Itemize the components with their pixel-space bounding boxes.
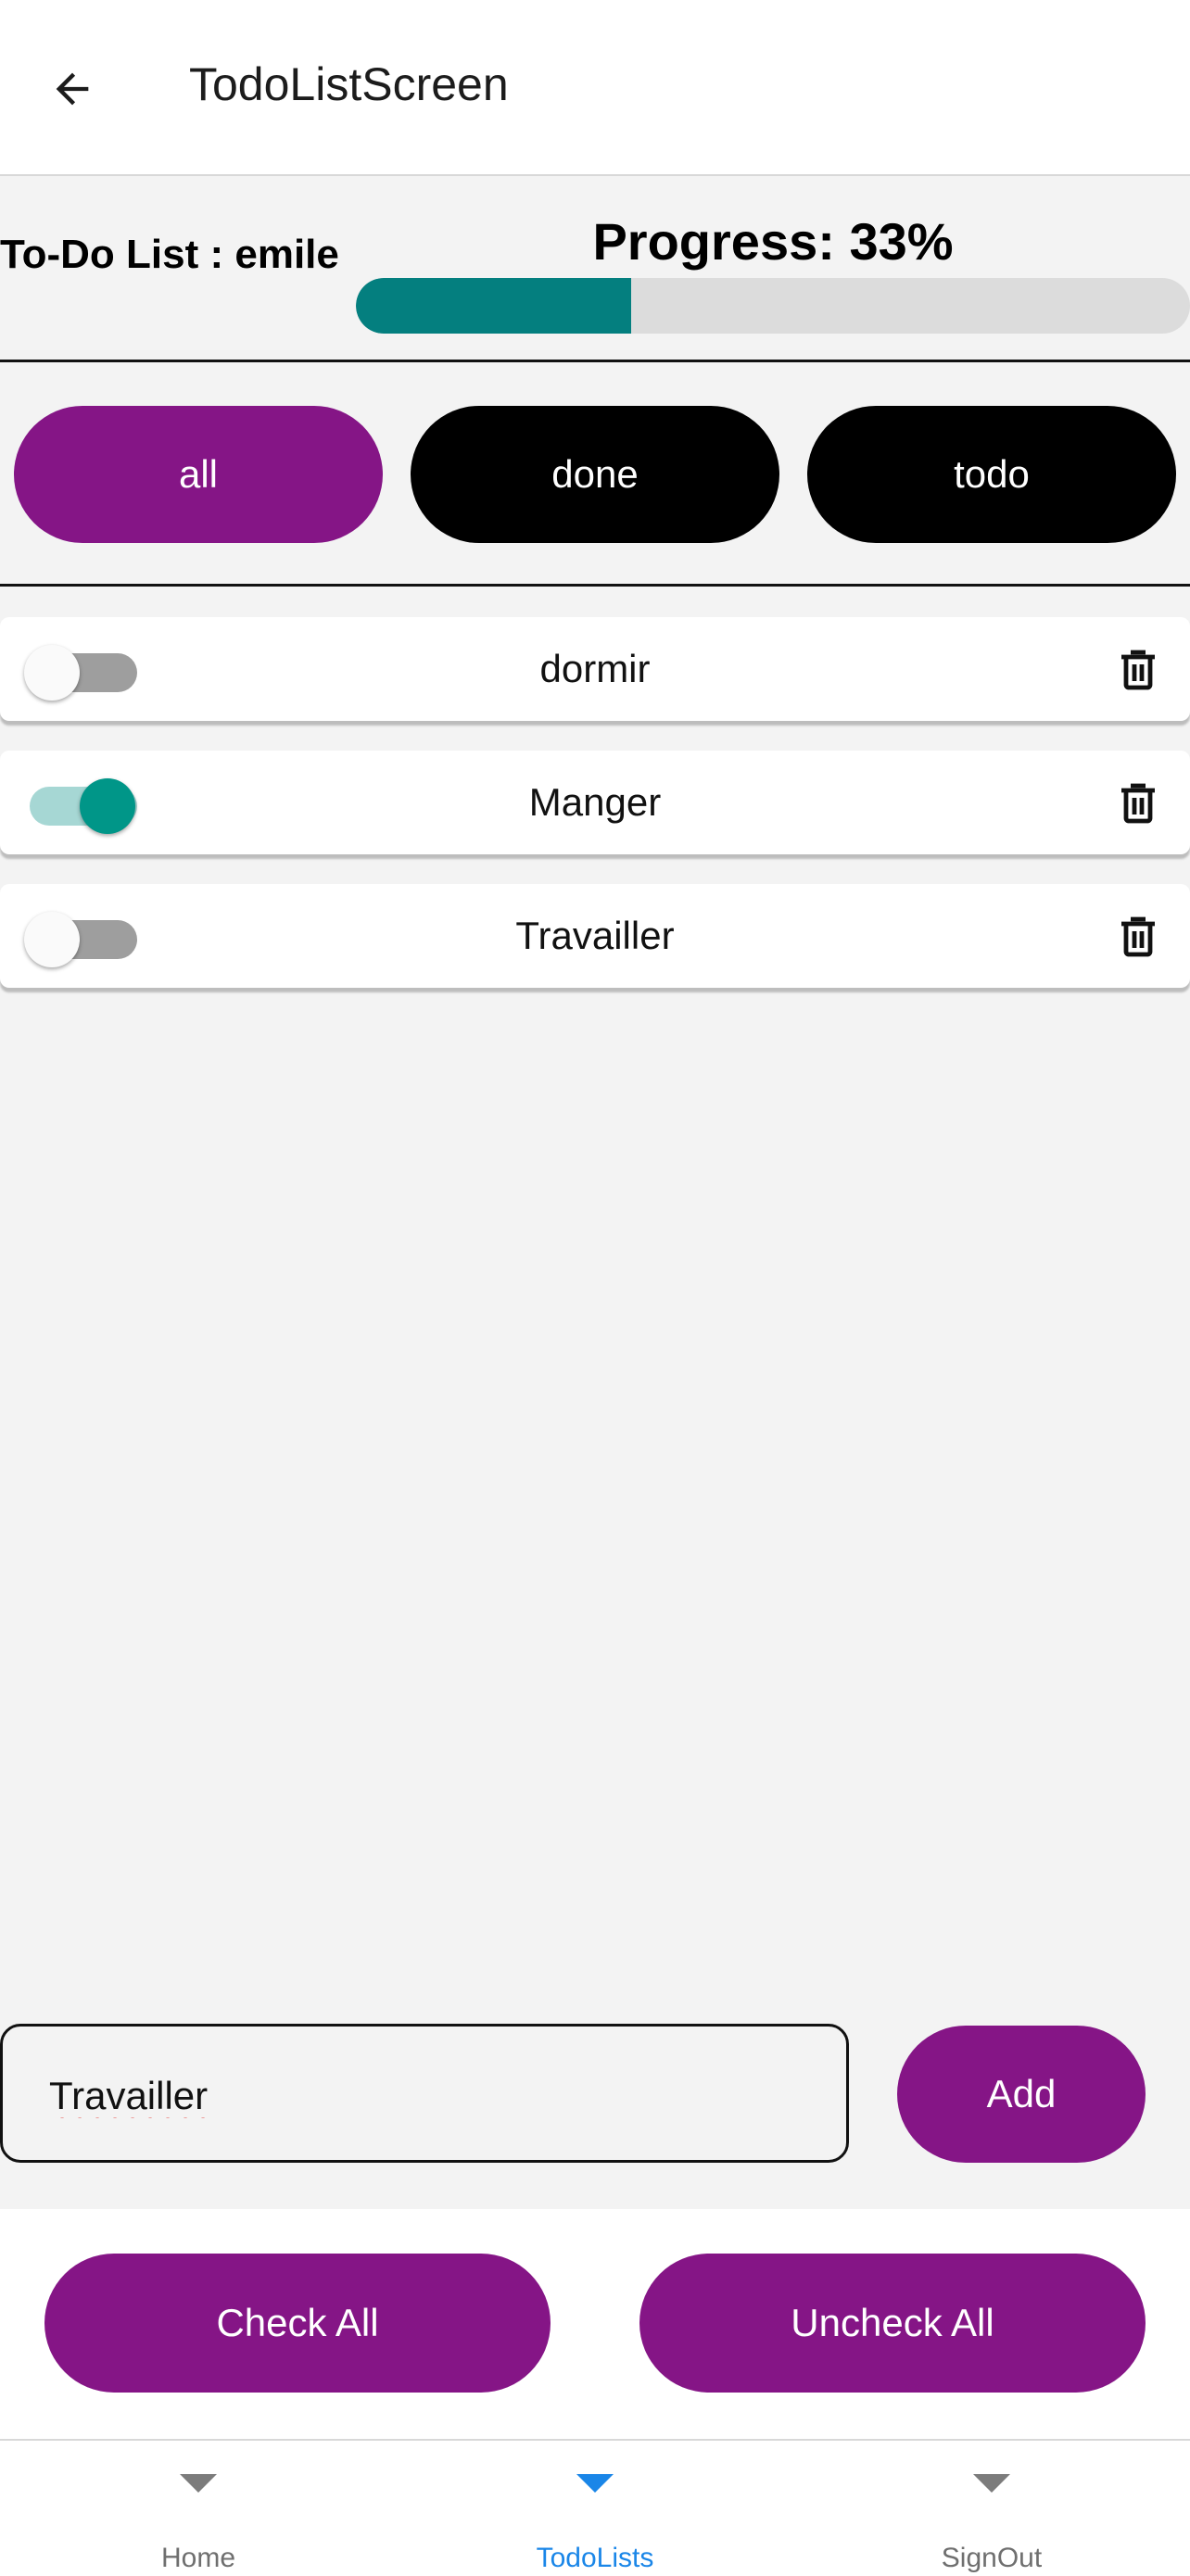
filter-all-button[interactable]: all [14,406,383,543]
trash-icon[interactable] [1116,647,1160,693]
bottom-navigation: Home TodoLists SignOut [0,2439,1190,2576]
toggle-thumb [80,778,135,834]
trash-icon[interactable] [1116,914,1160,960]
screen-title: TodoListScreen [189,58,509,110]
arrow-left-icon [56,72,89,106]
todo-item: Manger [0,751,1190,854]
toggle-thumb [24,645,80,701]
nav-label: TodoLists [536,2543,654,2573]
progress-bar-fill [356,278,631,334]
done-toggle[interactable] [24,645,139,701]
trash-icon[interactable] [1116,780,1160,827]
toggle-thumb [24,912,80,967]
nav-item-todolists[interactable]: TodoLists [397,2441,793,2576]
new-todo-field [0,2024,849,2163]
nav-label: Home [160,2543,236,2573]
filter-done-button[interactable]: done [411,406,779,543]
filter-todo-button[interactable]: todo [807,406,1176,543]
caret-down-icon [180,2474,217,2493]
list-title: To-Do List : emile [0,232,339,277]
caret-down-icon [973,2474,1010,2493]
app-bar: TodoListScreen [0,0,1190,176]
progress-label: Progress: 33% [592,212,954,271]
todo-text: dormir [539,647,651,690]
new-todo-input[interactable] [47,2067,792,2125]
check-all-button[interactable]: Check All [44,2254,551,2393]
todo-item: dormir [0,617,1190,721]
nav-item-signout[interactable]: SignOut [793,2441,1190,2576]
nav-label: SignOut [941,2543,1043,2573]
done-toggle[interactable] [24,778,139,834]
done-toggle[interactable] [24,912,139,967]
divider [0,584,1190,587]
uncheck-all-button[interactable]: Uncheck All [639,2254,1146,2393]
progress-bar [356,278,1190,334]
nav-item-home[interactable]: Home [0,2441,397,2576]
add-button[interactable]: Add [897,2026,1146,2163]
todo-item: Travailler [0,884,1190,988]
todo-text: Manger [528,780,662,824]
caret-down-icon [576,2474,614,2493]
todo-text: Travailler [515,914,675,957]
back-button[interactable] [37,54,108,124]
